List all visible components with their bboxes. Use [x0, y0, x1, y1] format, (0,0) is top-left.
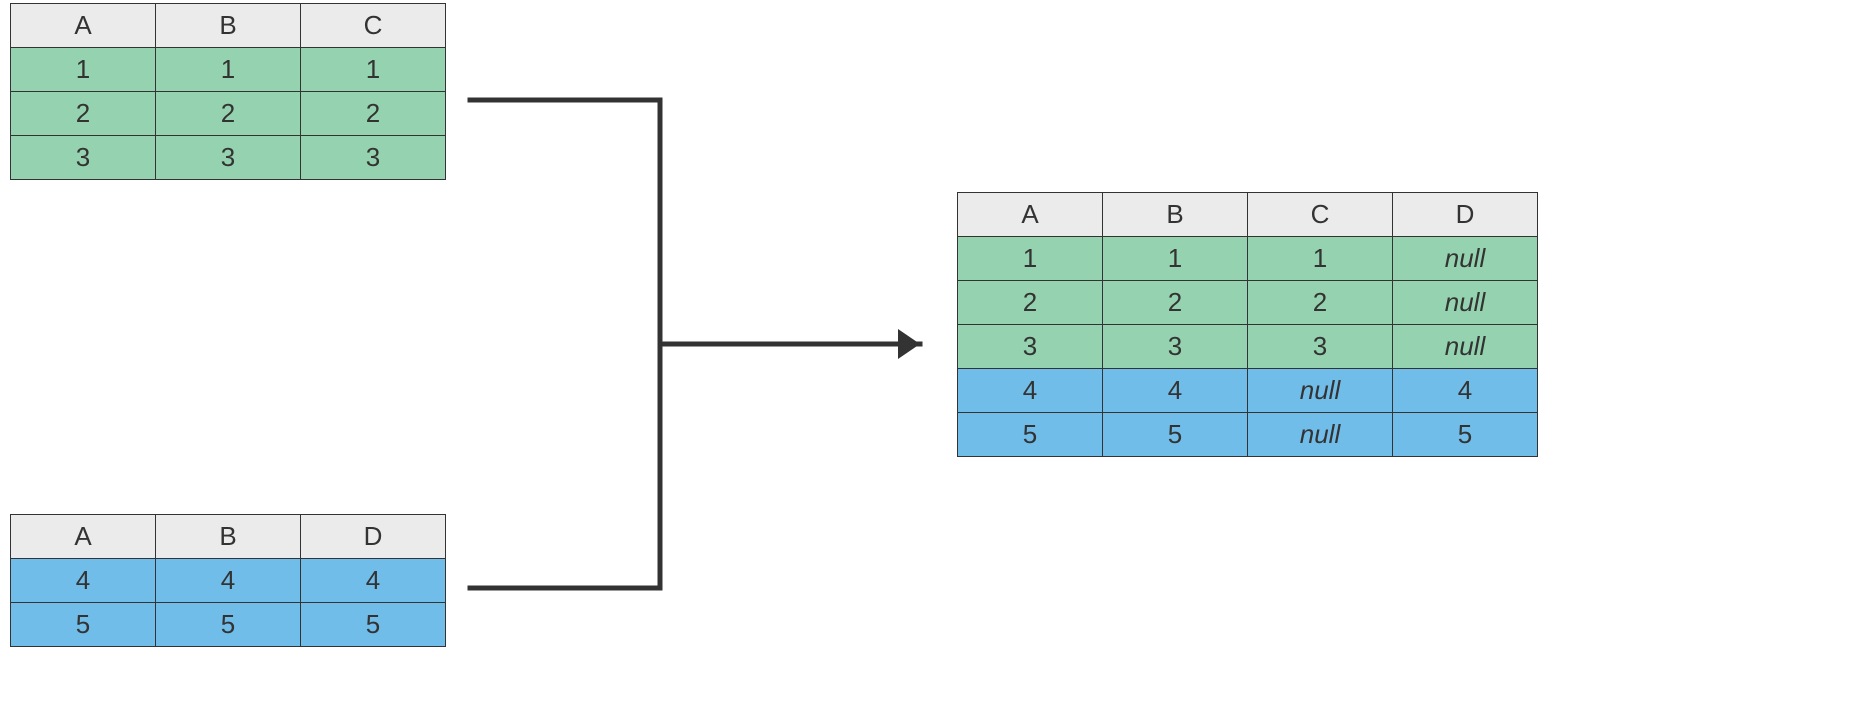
col-header: D — [301, 515, 446, 559]
col-header: A — [958, 193, 1103, 237]
cell: 5 — [156, 603, 301, 647]
table-row: 4 4 4 — [11, 559, 446, 603]
col-header: B — [156, 4, 301, 48]
null-cell: null — [1393, 237, 1538, 281]
table-row: 2 2 2 — [11, 92, 446, 136]
cell: 5 — [1393, 413, 1538, 457]
cell: 4 — [958, 369, 1103, 413]
cell: 3 — [11, 136, 156, 180]
cell: 4 — [156, 559, 301, 603]
header-row: A B D — [11, 515, 446, 559]
header-row: A B C — [11, 4, 446, 48]
cell: 5 — [958, 413, 1103, 457]
col-header: D — [1393, 193, 1538, 237]
cell: 2 — [156, 92, 301, 136]
table-row: 5 5 5 — [11, 603, 446, 647]
cell: 1 — [1248, 237, 1393, 281]
cell: 2 — [11, 92, 156, 136]
cell: 4 — [1393, 369, 1538, 413]
cell: 5 — [1103, 413, 1248, 457]
cell: 5 — [11, 603, 156, 647]
cell: 1 — [958, 237, 1103, 281]
table-row: 5 5 null 5 — [958, 413, 1538, 457]
merge-arrow-icon — [460, 90, 950, 598]
input-table-2: A B D 4 4 4 5 5 5 — [10, 514, 446, 647]
cell: 3 — [1248, 325, 1393, 369]
null-cell: null — [1393, 325, 1538, 369]
cell: 2 — [301, 92, 446, 136]
cell: 1 — [11, 48, 156, 92]
table-row: 2 2 2 null — [958, 281, 1538, 325]
table-row: 3 3 3 null — [958, 325, 1538, 369]
table-row: 4 4 null 4 — [958, 369, 1538, 413]
cell: 3 — [156, 136, 301, 180]
null-cell: null — [1393, 281, 1538, 325]
null-cell: null — [1248, 413, 1393, 457]
cell: 4 — [301, 559, 446, 603]
cell: 4 — [11, 559, 156, 603]
cell: 3 — [301, 136, 446, 180]
header-row: A B C D — [958, 193, 1538, 237]
col-header: B — [156, 515, 301, 559]
cell: 2 — [958, 281, 1103, 325]
table-row: 1 1 1 — [11, 48, 446, 92]
col-header: B — [1103, 193, 1248, 237]
table-row: 1 1 1 null — [958, 237, 1538, 281]
cell: 1 — [1103, 237, 1248, 281]
col-header: C — [301, 4, 446, 48]
col-header: A — [11, 4, 156, 48]
output-table: A B C D 1 1 1 null 2 2 2 null 3 3 3 null… — [957, 192, 1538, 457]
cell: 3 — [958, 325, 1103, 369]
cell: 4 — [1103, 369, 1248, 413]
table-row: 3 3 3 — [11, 136, 446, 180]
input-table-1: A B C 1 1 1 2 2 2 3 3 3 — [10, 3, 446, 180]
cell: 2 — [1103, 281, 1248, 325]
col-header: A — [11, 515, 156, 559]
cell: 3 — [1103, 325, 1248, 369]
null-cell: null — [1248, 369, 1393, 413]
cell: 1 — [301, 48, 446, 92]
cell: 2 — [1248, 281, 1393, 325]
col-header: C — [1248, 193, 1393, 237]
cell: 1 — [156, 48, 301, 92]
cell: 5 — [301, 603, 446, 647]
